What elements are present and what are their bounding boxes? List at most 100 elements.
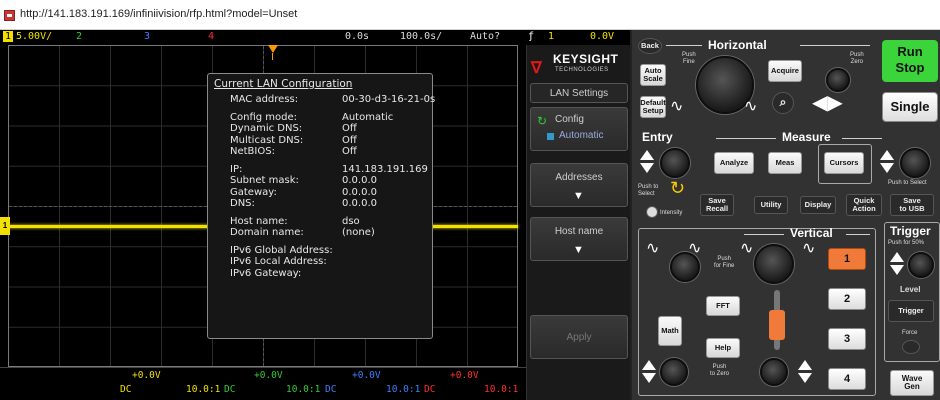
ch3-number[interactable]: 3 xyxy=(144,31,150,42)
softkey-config[interactable]: ↻ Config Automatic xyxy=(530,107,628,151)
zoom-icon[interactable]: ⌕ xyxy=(772,92,794,114)
entry-section-title: Entry xyxy=(642,130,673,144)
push-for-fine-label: Push for Fine xyxy=(714,256,735,269)
cycle-arrow-icon: ↻ xyxy=(537,114,548,128)
save-to-usb-button[interactable]: Save to USB xyxy=(890,194,934,216)
ch4-offset[interactable]: +0.0V xyxy=(450,370,479,381)
trigger-level-updown-icon[interactable] xyxy=(890,252,904,276)
display-button[interactable]: Display xyxy=(800,196,836,214)
ch2-offset[interactable]: +0.0V xyxy=(254,370,283,381)
status-bar: 1 5.00V/ 2 3 4 0.0s 100.0s/ Auto? ƒ 1 0.… xyxy=(0,30,630,45)
softkey-apply[interactable]: Apply xyxy=(530,315,628,359)
sine-wave-icon: ∿ xyxy=(740,240,754,257)
intensity-button[interactable] xyxy=(646,206,658,218)
acq-mode[interactable]: Auto? xyxy=(470,31,500,42)
entry-knob[interactable] xyxy=(660,148,690,178)
keysight-logo: ∇ KEYSIGHT TECHNOLOGIES xyxy=(529,48,629,80)
config-label: Config xyxy=(555,114,584,125)
softkey-menu-title: LAN Settings xyxy=(530,83,628,103)
config-value: Automatic xyxy=(559,130,604,141)
ch1-ground-marker[interactable]: 1 xyxy=(0,217,10,235)
push-zero-label: Push Zero xyxy=(850,52,864,65)
cursors-button[interactable]: Cursors xyxy=(824,152,864,174)
trigger-position-line xyxy=(272,53,273,60)
time-position[interactable]: 0.0s xyxy=(345,31,369,42)
lan-row: MAC address: 00-30-d3-16-21-0s xyxy=(230,94,436,105)
ch1-scale[interactable]: 5.00V/ xyxy=(16,31,52,42)
softkey-host-name[interactable]: Host name ▼ xyxy=(530,217,628,261)
left-right-arrows-icon[interactable]: ◀▶ xyxy=(812,90,843,115)
entry-updown-icon[interactable] xyxy=(640,150,654,174)
wave-gen-button[interactable]: Wave Gen xyxy=(890,370,934,396)
push-select-label: Push to Select xyxy=(888,180,927,186)
ch4-number[interactable]: 4 xyxy=(208,31,214,42)
position-updown-icon-left[interactable] xyxy=(642,360,656,384)
horizontal-section-title: Horizontal xyxy=(708,38,767,52)
ch2-coupling: DC xyxy=(224,384,236,395)
quick-action-button[interactable]: Quick Action xyxy=(846,194,882,216)
analyze-button[interactable]: Analyze xyxy=(714,152,754,174)
ch1-offset[interactable]: +0.0V xyxy=(132,370,161,381)
trigger-button[interactable]: Trigger xyxy=(888,300,934,322)
horizontal-position-knob[interactable] xyxy=(826,68,850,92)
ipv6-global: IPv6 Global Address: xyxy=(230,244,333,256)
channel-4-button[interactable]: 4 xyxy=(828,368,866,390)
trigger-level-knob[interactable] xyxy=(908,252,934,278)
save-recall-button[interactable]: Save Recall xyxy=(700,194,734,216)
run-stop-button[interactable]: Run Stop xyxy=(882,40,938,82)
ch4-coupling: DC xyxy=(424,384,436,395)
addresses-label: Addresses xyxy=(555,172,603,183)
time-scale[interactable]: 100.0s/ xyxy=(400,31,442,42)
trigger-edge-icon: ƒ xyxy=(528,31,535,42)
default-setup-button[interactable]: Default Setup xyxy=(640,96,666,118)
ch3-offset[interactable]: +0.0V xyxy=(352,370,381,381)
channel-3-button[interactable]: 3 xyxy=(828,328,866,350)
fft-button[interactable]: FFT xyxy=(706,296,740,316)
force-label: Force xyxy=(902,330,918,336)
help-button[interactable]: Help xyxy=(706,338,740,358)
single-button[interactable]: Single xyxy=(882,92,938,122)
url-text[interactable]: http://141.183.191.169/infiniivision/rfp… xyxy=(20,8,297,20)
level-label: Level xyxy=(900,285,921,294)
ch2-number[interactable]: 2 xyxy=(76,31,82,42)
ch1-number[interactable]: 1 xyxy=(3,31,14,42)
force-button[interactable] xyxy=(902,340,920,354)
position-updown-icon-right[interactable] xyxy=(798,360,812,384)
auto-scale-button[interactable]: Auto Scale xyxy=(640,64,666,86)
oscilloscope-favicon-icon xyxy=(4,10,15,21)
browser-url-bar[interactable]: http://141.183.191.169/infiniivision/rfp… xyxy=(0,0,940,30)
ch-scale-knob-left[interactable] xyxy=(670,252,700,282)
vertical-position-indicator xyxy=(769,310,785,340)
trigger-position-marker[interactable] xyxy=(268,45,278,53)
ipv6-local: IPv6 Local Address: xyxy=(230,256,327,267)
utility-button[interactable]: Utility xyxy=(754,196,788,214)
vertical-scale-knob[interactable] xyxy=(754,244,794,284)
down-arrow-icon: ▼ xyxy=(573,190,584,202)
rotate-arrow-icon: ↻ xyxy=(670,178,686,198)
ch2-probe: 10.0:1 xyxy=(286,384,321,395)
softkey-panel: ∇ KEYSIGHT TECHNOLOGIES LAN Settings ↻ C… xyxy=(526,45,630,400)
acquire-button[interactable]: Acquire xyxy=(768,60,802,82)
softkey-addresses[interactable]: Addresses ▼ xyxy=(530,163,628,207)
ch1-probe: 10.0:1 xyxy=(186,384,221,395)
keysight-wave-icon: ∇ xyxy=(531,60,542,77)
trigger-level[interactable]: 0.0V xyxy=(590,31,614,42)
brand-name: KEYSIGHT xyxy=(553,52,619,66)
cursors-knob[interactable] xyxy=(900,148,930,178)
cursors-updown-icon[interactable] xyxy=(880,150,894,174)
ch-position-knob-left[interactable] xyxy=(660,358,688,386)
vertical-position-knob[interactable] xyxy=(760,358,788,386)
math-button[interactable]: Math xyxy=(658,316,682,346)
lan-row: Config mode: Automatic xyxy=(230,111,394,123)
channel-1-button[interactable]: 1 xyxy=(828,248,866,270)
stop-label: Stop xyxy=(895,60,925,75)
channel-2-button[interactable]: 2 xyxy=(828,288,866,310)
meas-button[interactable]: Meas xyxy=(768,152,802,174)
push-50-label: Push for 50% xyxy=(888,240,925,246)
trigger-channel[interactable]: 1 xyxy=(548,31,554,42)
lan-row: Subnet mask: 0.0.0.0 xyxy=(230,175,377,186)
ch4-probe: 10.0:1 xyxy=(484,384,519,395)
ch1-coupling: DC xyxy=(120,384,132,395)
down-arrow-icon: ▼ xyxy=(573,244,584,256)
back-button[interactable]: Back xyxy=(638,38,662,54)
